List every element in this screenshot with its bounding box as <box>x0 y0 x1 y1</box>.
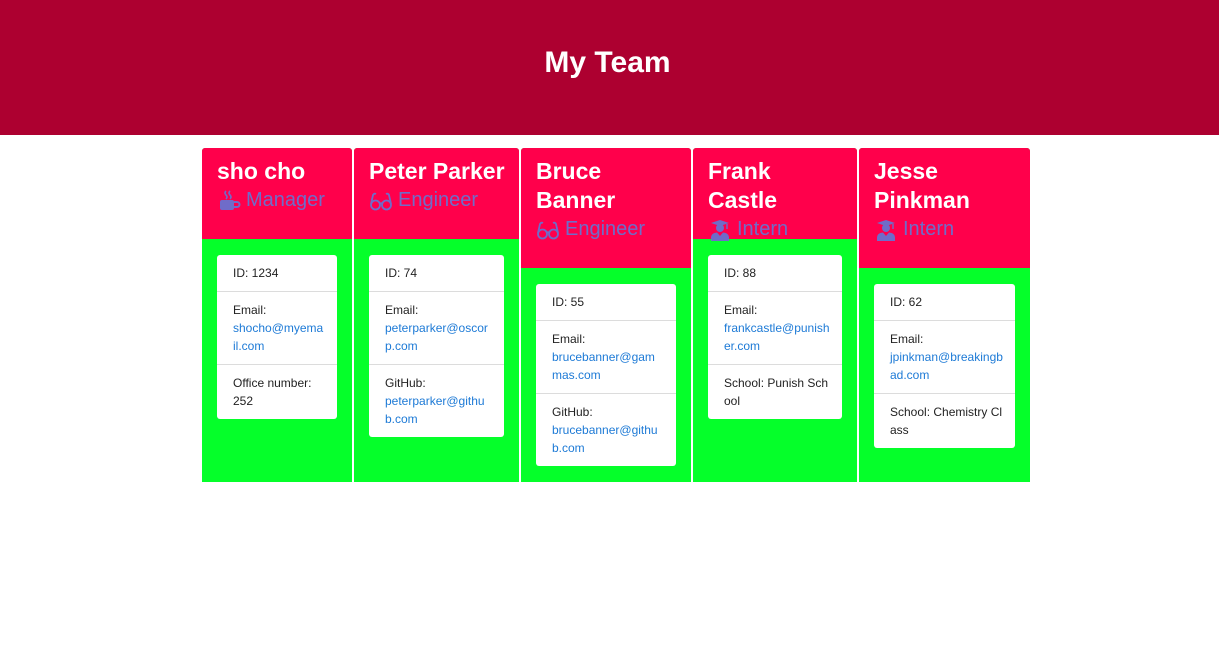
card-header: Jesse Pinkman Intern <box>859 148 1030 268</box>
email-label: Email: <box>890 332 924 346</box>
info-list: ID: 55 Email: brucebanner@gammas.com Git… <box>536 284 676 466</box>
info-list: ID: 88 Email: frankcastle@punisher.com S… <box>708 255 842 419</box>
github-link[interactable]: peterparker@github.com <box>385 394 485 426</box>
github-label: GitHub: <box>385 376 426 390</box>
employee-id: ID: 88 <box>708 255 842 292</box>
employee-name: Jesse Pinkman <box>874 158 970 213</box>
github-link[interactable]: brucebanner@github.com <box>552 423 658 455</box>
glasses-icon <box>369 190 393 212</box>
team-cards: sho cho Manager ID: 1234 Email: shocho@m… <box>202 148 1032 482</box>
info-list: ID: 1234 Email: shocho@myemail.com Offic… <box>217 255 337 419</box>
card-body: ID: 55 Email: brucebanner@gammas.com Git… <box>521 268 691 482</box>
office-number-value: 252 <box>233 394 254 408</box>
employee-card-manager: sho cho Manager ID: 1234 Email: shocho@m… <box>202 148 352 482</box>
email-link[interactable]: jpinkman@breakingbad.com <box>890 350 1003 382</box>
school: School: Chemistry Class <box>874 394 1015 448</box>
glasses-icon <box>536 219 560 241</box>
employee-name: Peter Parker <box>369 158 505 184</box>
page-title: My Team <box>544 45 671 79</box>
github-label: GitHub: <box>552 405 593 419</box>
card-body: ID: 1234 Email: shocho@myemail.com Offic… <box>202 239 352 482</box>
employee-email: Email: brucebanner@gammas.com <box>536 321 676 394</box>
email-label: Email: <box>385 303 419 317</box>
email-link[interactable]: brucebanner@gammas.com <box>552 350 655 382</box>
card-header: sho cho Manager <box>202 148 352 239</box>
card-body: ID: 74 Email: peterparker@oscorp.com Git… <box>354 239 519 482</box>
graduate-icon <box>708 219 732 241</box>
info-list: ID: 74 Email: peterparker@oscorp.com Git… <box>369 255 504 437</box>
employee-card-intern: Frank Castle Intern ID: 88 Email: frankc… <box>693 148 857 482</box>
employee-name: Frank Castle <box>708 158 778 213</box>
employee-role: Manager <box>217 186 338 215</box>
graduate-icon <box>874 219 898 241</box>
email-label: Email: <box>233 303 267 317</box>
header-banner: My Team <box>0 0 1219 135</box>
role-label: Engineer <box>398 189 479 211</box>
card-body: ID: 88 Email: frankcastle@punisher.com S… <box>693 239 857 482</box>
employee-card-engineer: Peter Parker Engineer ID: 74 Email: pete… <box>354 148 519 482</box>
employee-email: Email: frankcastle@punisher.com <box>708 292 842 365</box>
card-body: ID: 62 Email: jpinkman@breakingbad.com S… <box>859 268 1030 482</box>
email-label: Email: <box>724 303 758 317</box>
email-label: Email: <box>552 332 586 346</box>
role-label: Intern <box>903 218 955 240</box>
github: GitHub: peterparker@github.com <box>369 365 504 437</box>
card-header: Frank Castle Intern <box>693 148 857 241</box>
email-link[interactable]: shocho@myemail.com <box>233 321 323 353</box>
office-number: Office number: 252 <box>217 365 337 419</box>
employee-id: ID: 62 <box>874 284 1015 321</box>
role-label: Manager <box>246 189 325 211</box>
employee-email: Email: peterparker@oscorp.com <box>369 292 504 365</box>
employee-name: sho cho <box>217 158 306 184</box>
employee-id: ID: 74 <box>369 255 504 292</box>
school-label: School: <box>724 376 765 390</box>
github: GitHub: brucebanner@github.com <box>536 394 676 466</box>
employee-id: ID: 1234 <box>217 255 337 292</box>
school-label: School: <box>890 405 931 419</box>
info-list: ID: 62 Email: jpinkman@breakingbad.com S… <box>874 284 1015 448</box>
email-link[interactable]: peterparker@oscorp.com <box>385 321 488 353</box>
employee-email: Email: jpinkman@breakingbad.com <box>874 321 1015 394</box>
school: School: Punish School <box>708 365 842 419</box>
employee-card-engineer: Bruce Banner Engineer ID: 55 Email: bruc… <box>521 148 691 482</box>
employee-role: Intern <box>874 215 1016 244</box>
employee-name: Bruce Banner <box>536 158 616 213</box>
employee-role: Engineer <box>536 215 677 244</box>
office-number-label: Office number: <box>233 376 312 390</box>
email-link[interactable]: frankcastle@punisher.com <box>724 321 830 353</box>
employee-email: Email: shocho@myemail.com <box>217 292 337 365</box>
card-header: Peter Parker Engineer <box>354 148 519 239</box>
card-header: Bruce Banner Engineer <box>521 148 691 268</box>
employee-id: ID: 55 <box>536 284 676 321</box>
role-label: Engineer <box>565 218 646 240</box>
employee-card-intern: Jesse Pinkman Intern ID: 62 Email: jpink… <box>859 148 1030 482</box>
employee-role: Engineer <box>369 186 505 215</box>
mug-icon <box>217 189 241 212</box>
